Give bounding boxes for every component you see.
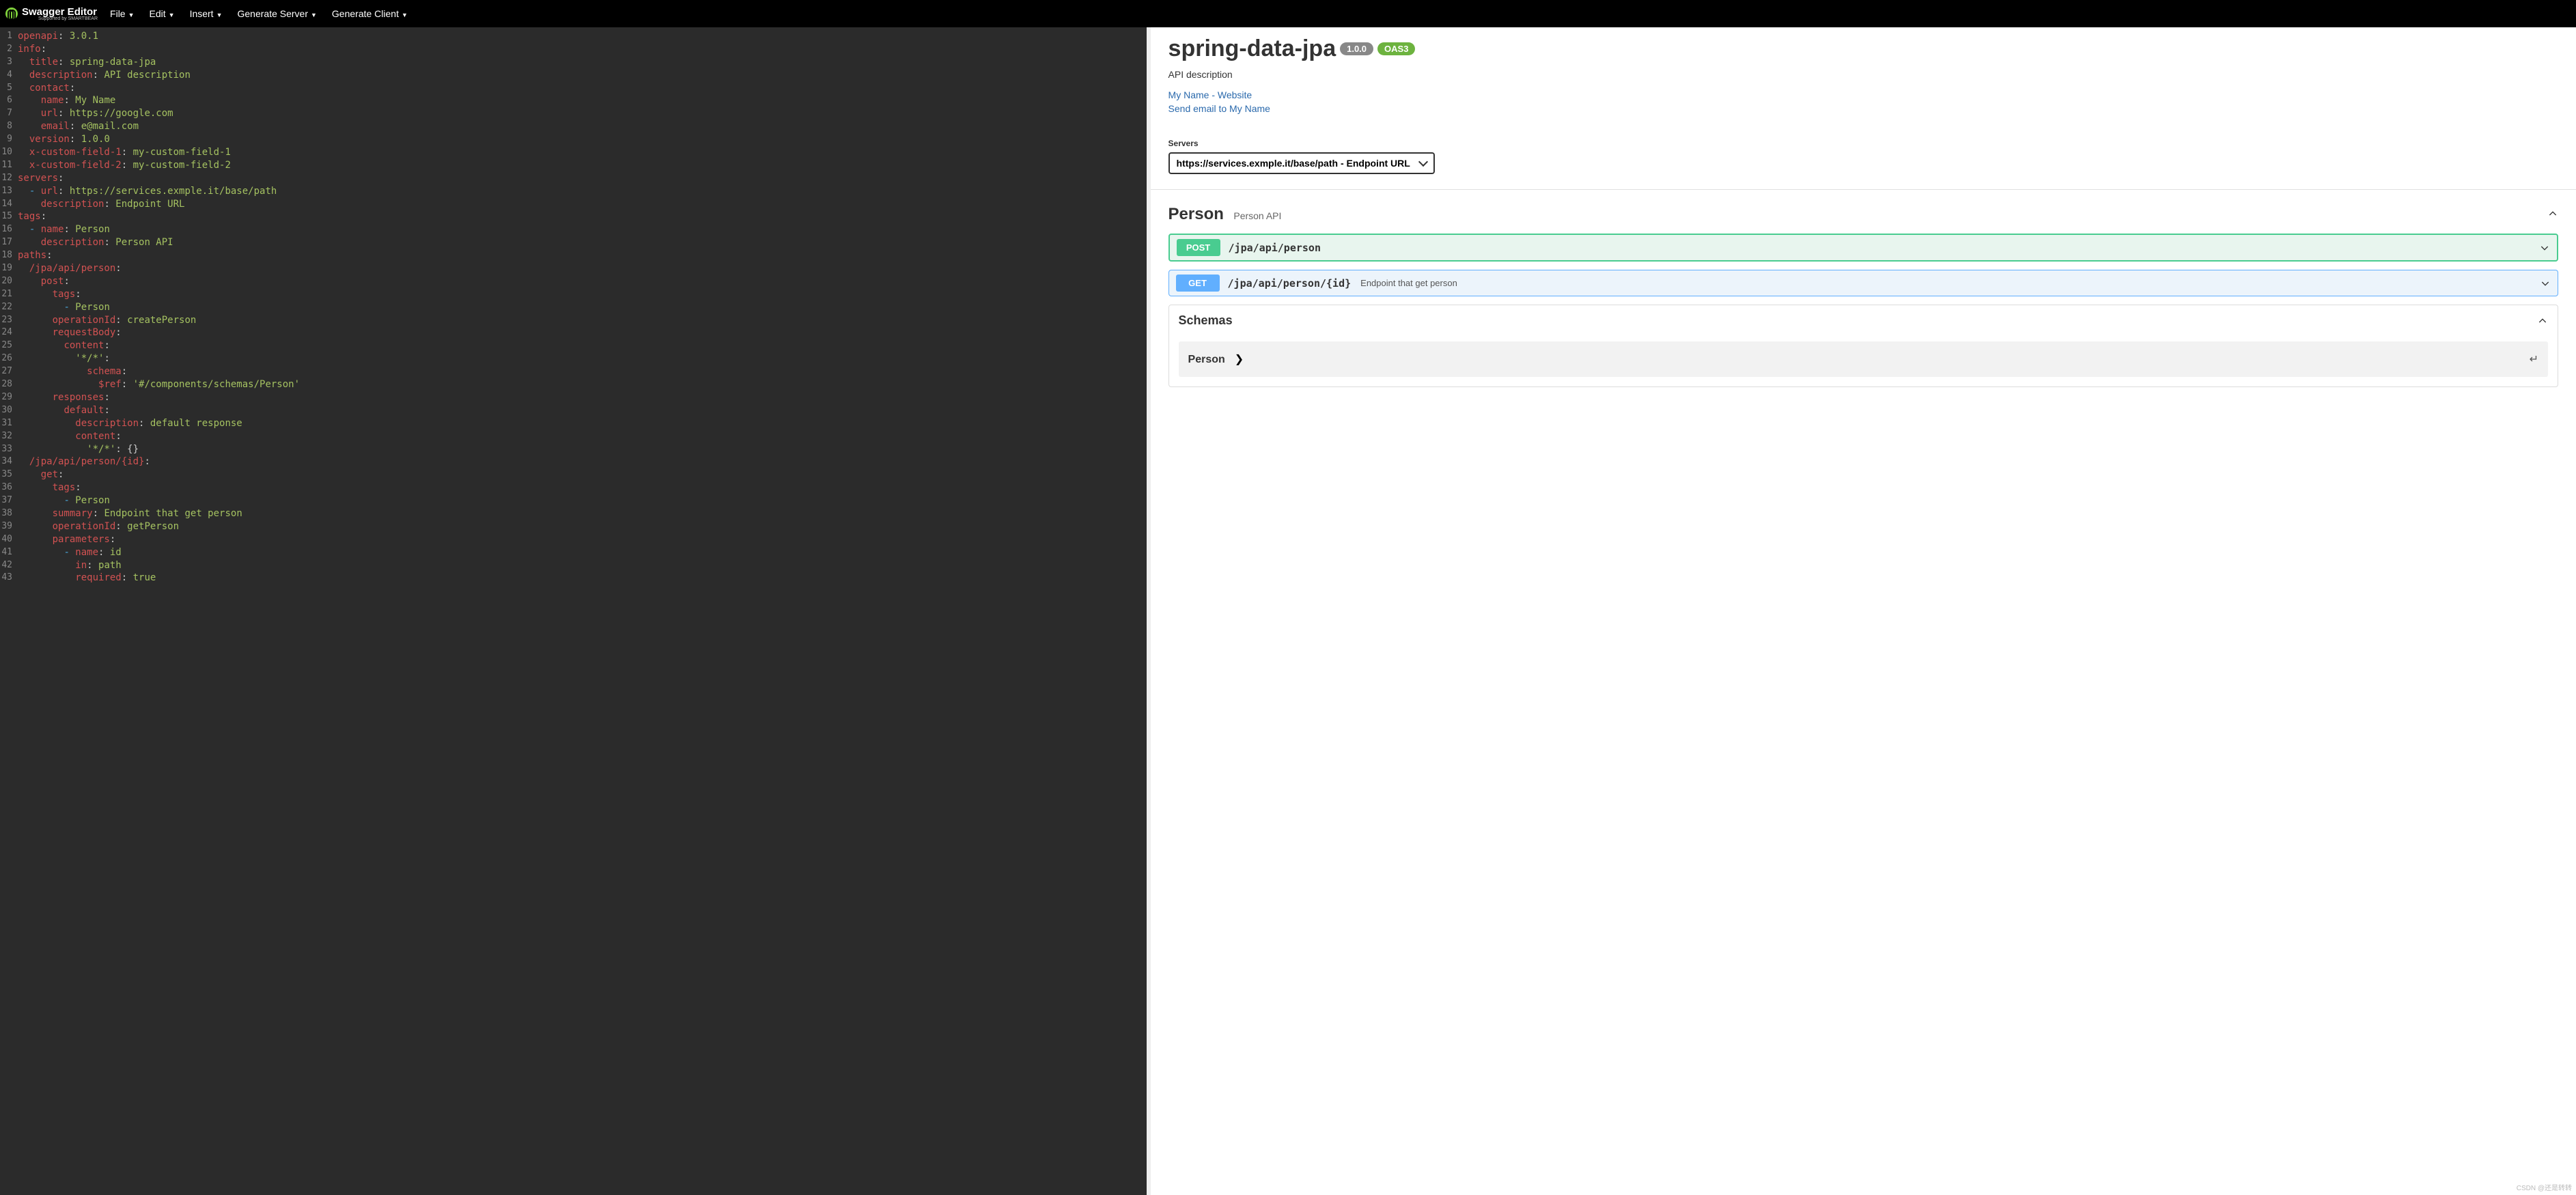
yaml-editor[interactable]: 1234567891011121314151617181920212223242… <box>0 27 1147 1195</box>
return-icon: ↵ <box>2530 352 2538 366</box>
divider <box>1151 189 2576 190</box>
menu-edit[interactable]: Edit▼ <box>150 8 175 19</box>
caret-down-icon: ▼ <box>402 12 408 18</box>
oas-badge: OAS3 <box>1377 42 1415 55</box>
server-selected-value: https://services.exmple.it/base/path - E… <box>1177 158 1410 169</box>
brand[interactable]: Swagger Editor Supported by SMARTBEAR <box>5 6 98 21</box>
method-badge: GET <box>1176 275 1220 292</box>
caret-down-icon: ▼ <box>128 12 135 18</box>
chevron-up-icon <box>2547 208 2558 219</box>
brand-subtitle: Supported by SMARTBEAR <box>38 16 98 21</box>
schema-name: Person <box>1188 354 1225 365</box>
operation-path: /jpa/api/person/{id} <box>1228 277 1352 290</box>
menu-file[interactable]: File▼ <box>110 8 134 19</box>
menu-generate-server[interactable]: Generate Server▼ <box>238 8 317 19</box>
server-select[interactable]: https://services.exmple.it/base/path - E… <box>1168 152 1435 174</box>
servers-label: Servers <box>1168 139 2558 148</box>
swagger-ui-preview: spring-data-jpa 1.0.0 OAS3 API descripti… <box>1151 27 2576 1195</box>
topbar: Swagger Editor Supported by SMARTBEAR Fi… <box>0 0 2576 27</box>
tag-description: Person API <box>1233 210 1281 221</box>
version-badge: 1.0.0 <box>1340 42 1373 55</box>
chevron-down-icon <box>2540 278 2551 289</box>
schema-person-row[interactable]: Person ❯ ↵ <box>1179 341 2548 377</box>
api-description: API description <box>1168 69 2558 80</box>
schemas-header[interactable]: Schemas <box>1169 305 2558 336</box>
menu-generate-client[interactable]: Generate Client▼ <box>332 8 408 19</box>
menu-insert[interactable]: Insert▼ <box>190 8 223 19</box>
chevron-down-icon <box>2539 242 2550 253</box>
swagger-logo-icon <box>5 8 18 20</box>
chevron-right-icon: ❯ <box>1235 354 1244 365</box>
tag-person-header[interactable]: Person Person API <box>1168 205 2558 224</box>
method-badge: POST <box>1177 239 1220 256</box>
caret-down-icon: ▼ <box>169 12 175 18</box>
watermark: CSDN @还是转转 <box>2517 1182 2572 1192</box>
api-title: spring-data-jpa <box>1168 36 1336 62</box>
operation-path: /jpa/api/person <box>1229 242 1321 254</box>
operation-post-row[interactable]: POST/jpa/api/person <box>1168 234 2558 262</box>
contact-website-link[interactable]: My Name - Website <box>1168 89 2558 100</box>
schemas-title: Schemas <box>1179 313 1233 328</box>
tag-name: Person <box>1168 205 1224 223</box>
caret-down-icon: ▼ <box>311 12 317 18</box>
operation-get-row[interactable]: GET/jpa/api/person/{id} Endpoint that get… <box>1168 270 2558 296</box>
contact-email-link[interactable]: Send email to My Name <box>1168 103 2558 114</box>
chevron-up-icon <box>2537 315 2548 326</box>
schemas-section: Schemas Person ❯ ↵ <box>1168 305 2558 387</box>
menu-bar: File▼ Edit▼ Insert▼ Generate Server▼ Generat… <box>110 8 408 19</box>
operation-summary: Endpoint that get person <box>1360 278 1457 288</box>
caret-down-icon: ▼ <box>216 12 223 18</box>
